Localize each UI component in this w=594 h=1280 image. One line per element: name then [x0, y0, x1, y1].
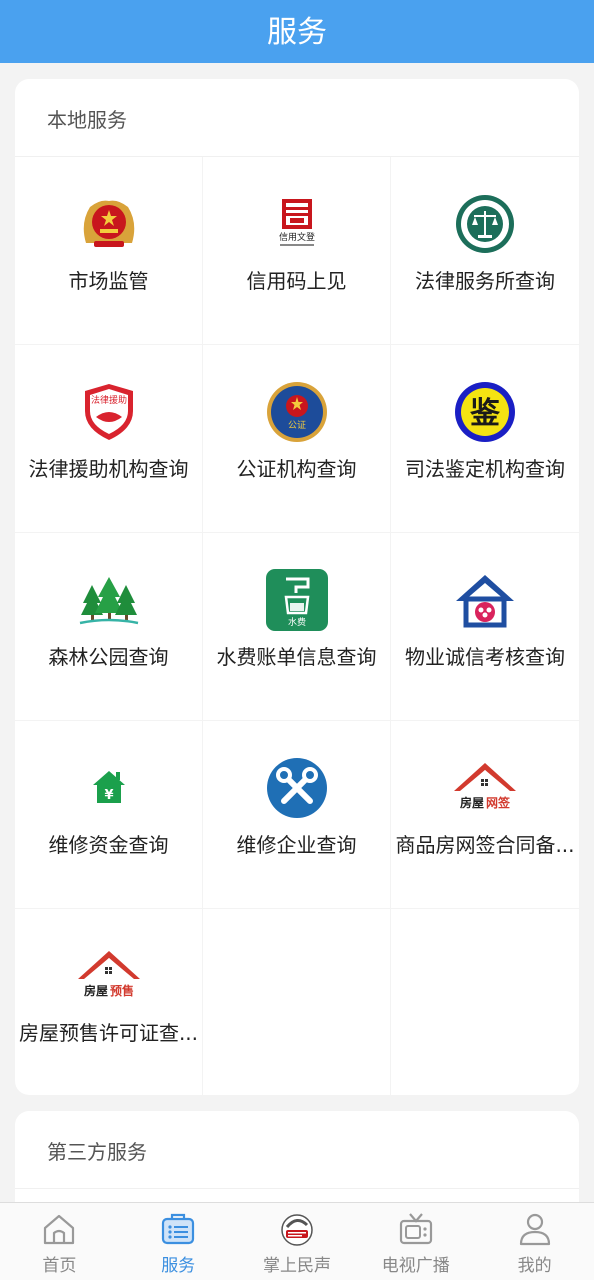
service-label: 公证机构查询: [236, 457, 357, 481]
forest-trees-icon: [79, 577, 139, 625]
svg-text:房屋: 房屋: [84, 983, 108, 998]
third-party-services-title: 第三方服务: [15, 1111, 579, 1189]
judicial-appraisal-icon: 鉴: [455, 382, 515, 442]
empty-cell: [391, 909, 579, 1095]
svg-text:公证: 公证: [288, 420, 306, 431]
notary-emblem-icon: 公证: [267, 382, 327, 442]
service-label: 水费账单信息查询: [216, 645, 377, 669]
repair-fund-house-icon: ¥: [93, 771, 125, 803]
service-judicial-appraisal[interactable]: 鉴 司法鉴定机构查询: [391, 345, 579, 533]
local-services-title: 本地服务: [15, 79, 579, 157]
service-label: 房屋预售许可证查...: [18, 1021, 199, 1045]
tv-icon: [399, 1213, 432, 1245]
service-property-credit[interactable]: 物业诚信考核查询: [391, 533, 579, 721]
tab-label: 电视广播: [381, 1256, 450, 1276]
svg-text:鉴: 鉴: [469, 396, 501, 431]
house-presale-icon: 房屋 预售: [78, 951, 140, 998]
legal-service-seal-icon: [456, 195, 514, 253]
tab-label: 掌上民声: [262, 1256, 331, 1276]
tab-home[interactable]: 首页: [0, 1203, 119, 1280]
local-services-card: 本地服务 市场监管 信用文登 信用码上见 法律服务所查询 法律援助 法律援助机构…: [15, 79, 579, 1095]
tab-people-voice[interactable]: 掌上民声: [238, 1203, 357, 1280]
service-label: 司法鉴定机构查询: [405, 457, 565, 481]
service-legal-aid[interactable]: 法律援助 法律援助机构查询: [15, 345, 203, 533]
empty-cell: [203, 909, 391, 1095]
repair-tools-icon: [267, 758, 327, 818]
service-repair-fund[interactable]: ¥ 维修资金查询: [15, 721, 203, 909]
water-fee-icon: 水费: [266, 569, 328, 631]
page-title: 服务: [267, 15, 327, 50]
service-repair-company[interactable]: 维修企业查询: [203, 721, 391, 909]
header-bar: 服务: [0, 0, 594, 63]
service-forest-park[interactable]: 森林公园查询: [15, 533, 203, 721]
credit-code-icon: 信用文登: [279, 199, 315, 246]
service-label: 法律服务所查询: [415, 269, 555, 293]
service-house-presale[interactable]: 房屋 预售 房屋预售许可证查...: [15, 909, 203, 1095]
svg-text:房屋: 房屋: [460, 795, 484, 810]
property-house-icon: [456, 575, 514, 628]
tab-tv-broadcast[interactable]: 电视广播: [356, 1203, 475, 1280]
profile-icon: [519, 1213, 550, 1246]
service-label: 维修企业查询: [236, 833, 357, 857]
tab-label: 我的: [517, 1256, 552, 1276]
bottom-tab-bar: 首页 服务 掌上民声 电视广播 我的: [0, 1202, 594, 1280]
people-voice-logo-icon: [281, 1214, 313, 1246]
house-sign-icon: 房屋 网签: [454, 763, 516, 810]
svg-text:法律援助: 法律援助: [91, 394, 127, 406]
tab-label: 服务: [161, 1256, 196, 1276]
svg-text:信用文登: 信用文登: [279, 231, 315, 243]
tab-label: 首页: [42, 1256, 77, 1276]
service-house-contract[interactable]: 房屋 网签 商品房网签合同备...: [391, 721, 579, 909]
service-water-bill[interactable]: 水费 水费账单信息查询: [203, 533, 391, 721]
service-label: 商品房网签合同备...: [395, 833, 575, 857]
service-market-supervision[interactable]: 市场监管: [15, 157, 203, 345]
svg-text:¥: ¥: [104, 788, 113, 803]
service-legal-office[interactable]: 法律服务所查询: [391, 157, 579, 345]
svg-text:预售: 预售: [110, 983, 134, 998]
national-emblem-icon: [83, 200, 135, 247]
legal-aid-shield-icon: 法律援助: [85, 384, 133, 440]
svg-text:水费: 水费: [288, 616, 306, 628]
home-icon: [44, 1214, 75, 1245]
service-label: 法律援助机构查询: [28, 457, 189, 481]
tab-service[interactable]: 服务: [119, 1203, 238, 1280]
service-label: 信用码上见: [246, 269, 347, 293]
svg-text:网签: 网签: [486, 795, 511, 810]
service-label: 物业诚信考核查询: [405, 645, 565, 669]
service-credit-code[interactable]: 信用文登 信用码上见: [203, 157, 391, 345]
service-notary[interactable]: 公证 公证机构查询: [203, 345, 391, 533]
service-label: 森林公园查询: [48, 645, 169, 669]
tab-mine[interactable]: 我的: [475, 1203, 594, 1280]
service-list-icon: [162, 1213, 195, 1245]
service-label: 市场监管: [68, 269, 149, 293]
service-label: 维修资金查询: [48, 833, 169, 857]
